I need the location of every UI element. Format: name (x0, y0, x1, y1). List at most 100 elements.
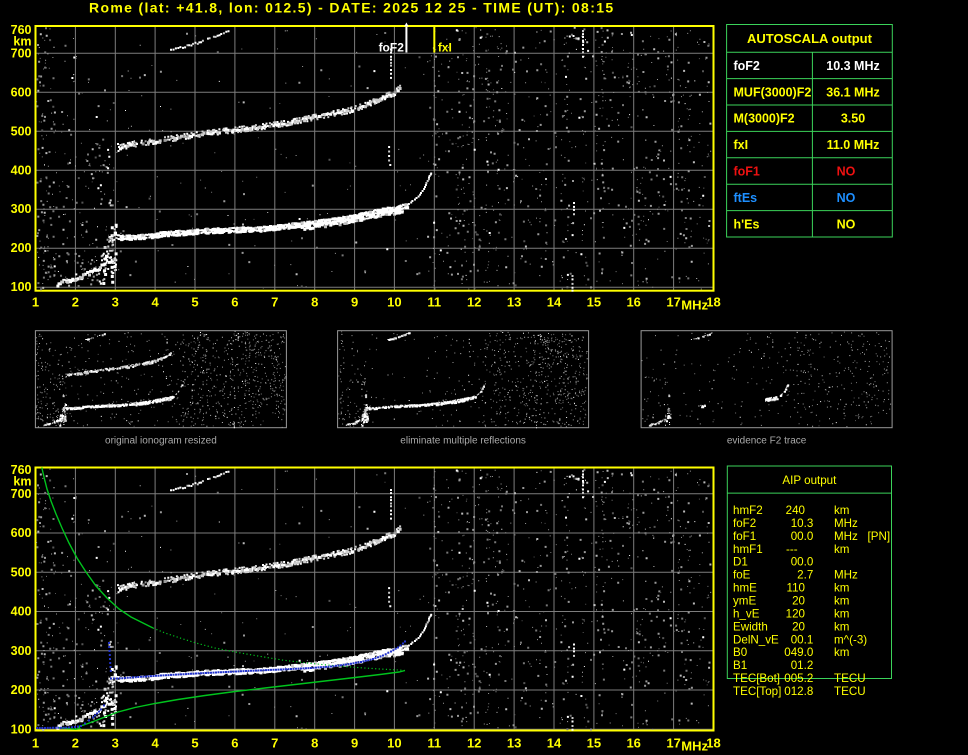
svg-text:300: 300 (11, 644, 32, 658)
svg-text:11: 11 (427, 736, 441, 751)
svg-text:TEC[Bot]: TEC[Bot] (733, 672, 780, 685)
svg-text:200: 200 (11, 241, 32, 255)
svg-text:evidence F2 trace: evidence F2 trace (727, 436, 807, 447)
svg-text:600: 600 (11, 526, 32, 540)
svg-text:B0: B0 (733, 646, 747, 659)
svg-text:MHz: MHz (834, 517, 858, 530)
svg-text:200: 200 (11, 683, 32, 697)
svg-text:ymE: ymE (733, 595, 756, 608)
svg-text:2: 2 (72, 295, 79, 310)
svg-text:km: km (834, 607, 849, 620)
svg-text:m^(-3): m^(-3) (834, 633, 867, 646)
svg-text:10.3: 10.3 (791, 517, 814, 530)
svg-text:18: 18 (706, 736, 720, 751)
svg-text:MHz: MHz (834, 569, 858, 582)
svg-text:8: 8 (311, 736, 318, 751)
svg-text:12: 12 (467, 736, 481, 751)
svg-text:049.0: 049.0 (784, 646, 813, 659)
svg-text:AUTOSCALA output: AUTOSCALA output (747, 31, 873, 46)
svg-text:9: 9 (351, 736, 358, 751)
svg-text:M(3000)F2: M(3000)F2 (734, 112, 795, 126)
svg-text:6: 6 (231, 736, 238, 751)
svg-text:10: 10 (387, 295, 401, 310)
svg-text:MUF(3000)F2: MUF(3000)F2 (734, 85, 812, 99)
svg-text:NO: NO (837, 165, 856, 179)
svg-text:km: km (834, 646, 849, 659)
svg-text:14: 14 (547, 295, 562, 310)
svg-text:16: 16 (626, 295, 640, 310)
svg-text:300: 300 (11, 202, 32, 216)
svg-text:original ionogram resized: original ionogram resized (105, 436, 217, 447)
svg-text:15: 15 (587, 295, 601, 310)
svg-text:110: 110 (787, 582, 805, 595)
svg-text:6: 6 (231, 295, 238, 310)
svg-text:MHz: MHz (681, 739, 708, 754)
svg-text:foF2: foF2 (734, 59, 760, 73)
svg-text:3: 3 (112, 736, 119, 751)
svg-text:9: 9 (351, 295, 358, 310)
svg-text:NO: NO (837, 217, 856, 231)
svg-text:1: 1 (32, 295, 39, 310)
svg-text:400: 400 (11, 605, 32, 619)
svg-text:km: km (834, 504, 849, 517)
svg-text:fxI: fxI (438, 41, 452, 55)
svg-text:TECU: TECU (834, 672, 866, 685)
svg-text:hmE: hmE (733, 582, 757, 595)
svg-text:km: km (13, 34, 31, 48)
svg-text:4: 4 (151, 736, 159, 751)
svg-text:11.0 MHz: 11.0 MHz (827, 138, 880, 152)
svg-text:01.2: 01.2 (791, 659, 814, 672)
svg-text:MHz: MHz (834, 530, 858, 543)
svg-text:16: 16 (626, 736, 640, 751)
svg-text:km: km (834, 620, 849, 633)
svg-text:foE: foE (733, 569, 751, 582)
svg-text:TEC[Top]: TEC[Top] (733, 685, 781, 698)
svg-text:14: 14 (547, 736, 562, 751)
svg-text:17: 17 (666, 295, 680, 310)
svg-text:B1: B1 (733, 659, 747, 672)
svg-text:km: km (834, 595, 849, 608)
svg-text:20: 20 (792, 620, 805, 633)
svg-text:7: 7 (271, 295, 278, 310)
svg-text:400: 400 (11, 163, 32, 177)
svg-text:fxI: fxI (734, 138, 749, 152)
svg-text:TECU: TECU (834, 685, 866, 698)
svg-text:18: 18 (706, 295, 720, 310)
svg-text:eliminate multiple reflections: eliminate multiple reflections (400, 436, 526, 447)
svg-text:NO: NO (837, 191, 856, 205)
svg-text:005.2: 005.2 (784, 672, 813, 685)
svg-text:foF2: foF2 (733, 517, 756, 530)
svg-text:5: 5 (191, 295, 198, 310)
svg-text:hmF1: hmF1 (733, 543, 763, 556)
svg-text:17: 17 (666, 736, 680, 751)
svg-text:Rome (lat: +41.8, lon: 012.5): Rome (lat: +41.8, lon: 012.5) - DATE: 20… (89, 0, 614, 16)
svg-text:00.0: 00.0 (791, 530, 814, 543)
svg-text:foF1: foF1 (734, 165, 760, 179)
svg-text:Ewidth: Ewidth (733, 620, 768, 633)
svg-text:h_vE: h_vE (733, 607, 760, 620)
svg-text:1: 1 (32, 736, 39, 751)
svg-text:3: 3 (112, 295, 119, 310)
svg-text:13: 13 (507, 736, 521, 751)
svg-text:20: 20 (792, 595, 805, 608)
svg-text:ftEs: ftEs (734, 191, 758, 205)
svg-text:2: 2 (72, 736, 79, 751)
svg-text:2.7: 2.7 (797, 569, 813, 582)
svg-text:[PN]: [PN] (868, 530, 891, 543)
svg-text:120: 120 (786, 607, 805, 620)
svg-text:00.0: 00.0 (791, 556, 814, 569)
svg-text:h'Es: h'Es (734, 217, 760, 231)
svg-text:4: 4 (151, 295, 159, 310)
svg-text:700: 700 (11, 487, 32, 501)
svg-text:3.50: 3.50 (841, 112, 865, 126)
svg-text:36.1 MHz: 36.1 MHz (826, 85, 880, 99)
svg-text:---: --- (786, 543, 798, 556)
svg-text:500: 500 (11, 124, 32, 138)
svg-text:DelN_vE: DelN_vE (733, 633, 779, 646)
svg-text:km: km (834, 543, 849, 556)
svg-text:MHz: MHz (681, 298, 708, 313)
svg-text:7: 7 (271, 736, 278, 751)
svg-text:500: 500 (11, 565, 32, 579)
svg-text:100: 100 (11, 722, 32, 736)
svg-text:8: 8 (311, 295, 318, 310)
